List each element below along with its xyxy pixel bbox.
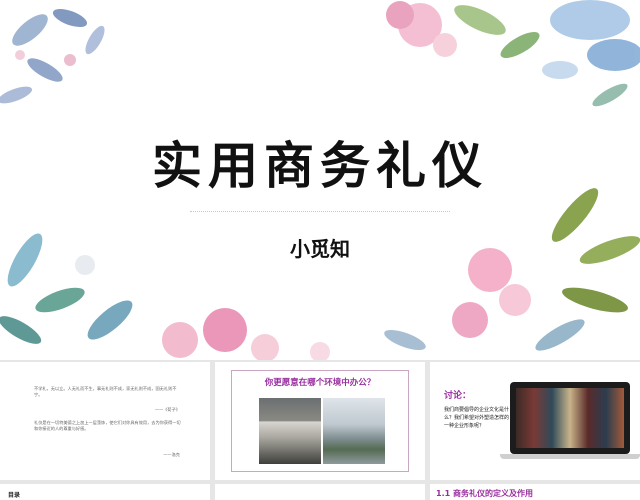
slide-thumbnail-definition[interactable]: 1.1 商务礼仪的定义及作用 <box>430 484 640 500</box>
discussion-question: 我们商要倡导的企业文化是什么？我们希望对外塑造怎样的一种企业形象呢？ <box>444 407 510 429</box>
slide-thumbnail-quotes[interactable]: 不学礼，无以立。人无礼而不生，事无礼则不成，家无礼则不成，国无礼则不宁。 ——《… <box>0 362 210 480</box>
slide-heading: 讨论： <box>444 391 472 401</box>
slide-heading: 你更愿意在哪个环境中办公？ <box>264 378 376 388</box>
quote-text-1: 不学礼，无以立。人无礼而不生，事无礼则不成，家无礼则不成，国无礼则不宁。 <box>34 386 177 397</box>
laptop-base <box>500 454 640 459</box>
quote-text-2: 礼仪是在一切特美德之上加上一层藻饰，使它们对你具有效用，去为你获得一切和你接近的… <box>34 420 181 431</box>
slide-heading: 1.1 商务礼仪的定义及作用 <box>436 489 533 498</box>
quote-source-1: ——《荀子》 <box>154 407 180 412</box>
slide-thumbnail-discussion[interactable]: 讨论： 我们商要倡导的企业文化是什么？我们希望对外塑造怎样的一种企业形象呢？ <box>430 362 640 480</box>
tidy-office-photo <box>323 398 385 464</box>
slide-subtitle: 小觅知 <box>290 237 350 261</box>
slide-thumbnail-contents[interactable]: 目录 <box>0 484 210 500</box>
messy-office-photo <box>259 398 321 464</box>
slide-thumbnail-office[interactable]: 你更愿意在哪个环境中办公？ <box>215 362 425 480</box>
quote-source-2: ——洛克 <box>163 452 180 457</box>
slide-thumbnail-blank[interactable] <box>215 484 425 500</box>
slide-title: 实用商务礼仪 <box>152 137 488 195</box>
title-divider <box>190 211 450 212</box>
main-slide[interactable]: 实用商务礼仪 小觅知 <box>0 0 640 360</box>
slide-heading: 目录 <box>8 492 21 499</box>
slide-viewer: 实用商务礼仪 小觅知 不学礼，无以立。人无礼而不生，事无礼则不成，家无礼则不成，… <box>0 0 640 500</box>
laptop-screen-books <box>516 388 624 448</box>
